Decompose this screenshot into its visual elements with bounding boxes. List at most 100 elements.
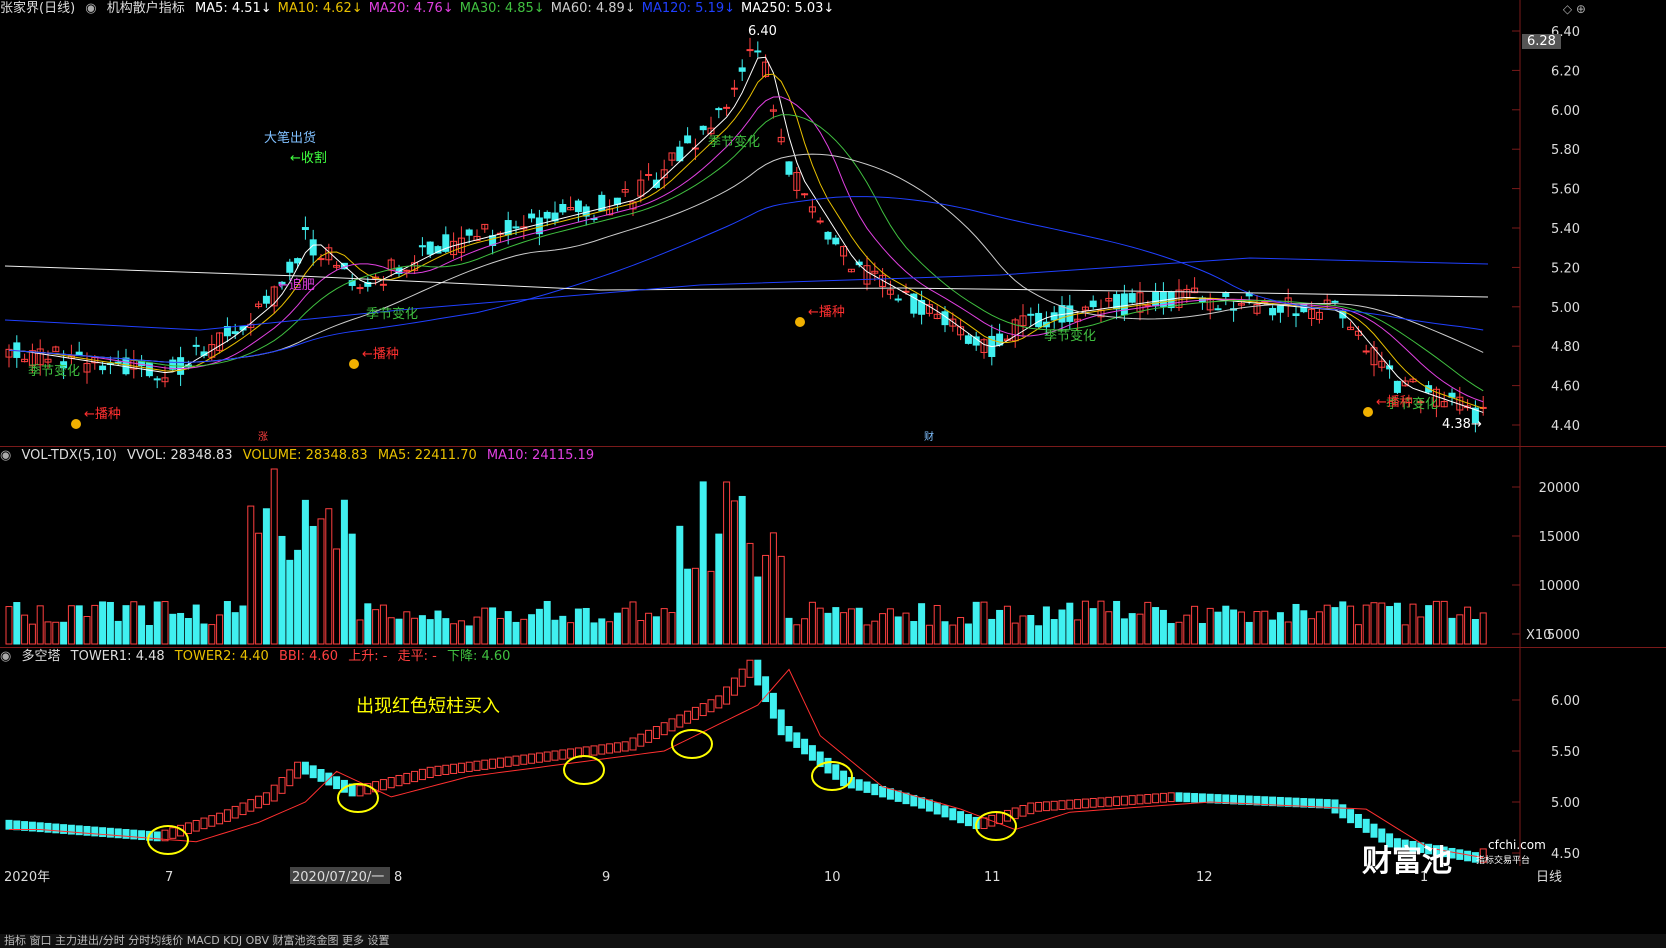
volume-bar	[1276, 612, 1284, 645]
candle-body	[1331, 300, 1339, 303]
tower-bar	[418, 768, 426, 781]
tower-bar	[723, 686, 731, 705]
candle-body	[816, 220, 824, 223]
annotation-season-change: 季节变化	[366, 306, 418, 322]
candle-body	[99, 365, 107, 371]
volume-unit: X10	[1526, 628, 1551, 643]
tower-panel[interactable]: ◉ 多空塔 TOWER1: 4.48 TOWER2: 4.40 BBI: 4.6…	[0, 648, 1666, 866]
sow-icon	[349, 359, 359, 369]
tower-bar	[208, 815, 216, 827]
candle-body	[730, 87, 738, 90]
annotation-season-change: 季节变化	[1044, 328, 1096, 344]
volume-bar	[652, 616, 660, 645]
volume-bar	[980, 601, 988, 645]
main-chart-panel[interactable]: 张家界(日线) ◉ 机构散户指标 MA5: 4.51↓ MA10: 4.62↓ MA…	[0, 0, 1666, 446]
candle-body	[192, 344, 200, 347]
candle-body	[153, 378, 161, 381]
tower-bar	[1042, 801, 1050, 812]
volume-bar	[785, 617, 793, 645]
tower-bar	[184, 822, 192, 834]
volume-bar	[434, 610, 442, 645]
volume-bar	[231, 612, 239, 645]
tower-bar	[567, 748, 575, 759]
tower-bar	[1464, 850, 1472, 862]
volume-bar	[1253, 611, 1261, 645]
volume-bar	[746, 542, 754, 645]
tower-bar	[582, 746, 590, 757]
volume-bar	[177, 612, 185, 645]
volume-bar	[387, 617, 395, 645]
volume-panel[interactable]: ◉ VOL-TDX(5,10) VVOL: 28348.83 VOLUME: 2…	[0, 447, 1666, 647]
volume-bar	[559, 615, 567, 645]
volume-bar	[910, 621, 918, 645]
period-label: 日线	[1536, 870, 1562, 885]
volume-bar	[964, 623, 972, 645]
volume-bar	[879, 613, 887, 645]
volume-bar	[294, 549, 302, 645]
volume-tick-label: 20000	[1539, 481, 1580, 496]
volume-bar	[598, 618, 606, 645]
candle-body	[1152, 291, 1160, 307]
tower-bar	[247, 799, 255, 812]
watermark-logo: 财富池	[1362, 836, 1452, 880]
volume-bar	[145, 624, 153, 645]
candlestick-chart[interactable]: 6.40 6.20 6.00 5.80 5.60 5.40 5.20 5.00 4.80 4.60…	[0, 0, 1666, 446]
annotation-season-change: 季节变化	[28, 363, 80, 379]
tower-bar	[255, 795, 263, 809]
x-axis-label: 10	[824, 870, 841, 885]
volume-bar	[1237, 611, 1245, 645]
volume-bar	[684, 568, 692, 645]
candle-body	[418, 245, 426, 248]
ma-line	[8, 114, 1484, 392]
tower-bar	[44, 822, 52, 833]
tower-tick-label: 6.00	[1551, 694, 1580, 709]
tower-bar	[489, 758, 497, 769]
price-tick-label: 5.00	[1551, 301, 1580, 316]
candle-body	[1027, 313, 1035, 316]
annotation-sow: ←播种	[1376, 395, 1413, 410]
volume-bar	[660, 608, 668, 645]
volume-bar	[691, 567, 699, 645]
candle-body	[543, 211, 551, 219]
tower-bar	[13, 820, 21, 831]
volume-bar	[840, 612, 848, 645]
volume-bar	[481, 607, 489, 645]
tower-bar	[598, 744, 606, 755]
volume-bar	[122, 605, 130, 645]
tower-bar	[1128, 795, 1136, 805]
volume-bar	[1198, 622, 1206, 645]
tower-bar	[457, 762, 465, 773]
volume-bar	[1136, 613, 1144, 645]
volume-chart[interactable]: 20000 15000 10000 5000X10	[0, 447, 1666, 647]
tower-bar	[863, 781, 871, 793]
bbi-line	[9, 668, 1484, 859]
tower-bar	[200, 817, 208, 830]
candle-body	[1128, 293, 1136, 303]
bottom-toolbar-text[interactable]: 指标 窗口 主力进出/分时 分时均线价 MACD KDJ OBV 财富池资金图 …	[0, 934, 389, 947]
tower-bar	[886, 788, 894, 800]
volume-bar	[184, 617, 192, 645]
volume-bar	[793, 624, 801, 645]
bottom-toolbar[interactable]: 指标 窗口 主力进出/分时 分时均线价 MACD KDJ OBV 财富池资金图 …	[0, 934, 1666, 948]
tower-chart[interactable]: 6.00 5.50 5.00 4.50	[0, 648, 1666, 866]
tower-bar	[738, 668, 746, 687]
x-axis-label: 8	[394, 870, 402, 885]
candle-body	[231, 331, 239, 334]
volume-bar	[278, 535, 286, 645]
tower-bar	[793, 732, 801, 748]
tower-bar	[317, 769, 325, 782]
tower-bar	[855, 779, 863, 791]
candle-body	[894, 298, 902, 301]
tower-bar	[465, 761, 473, 772]
volume-bar	[629, 601, 637, 645]
volume-bar	[645, 612, 653, 645]
tower-bar	[824, 757, 832, 774]
volume-bar	[949, 624, 957, 645]
volume-bar	[1339, 601, 1347, 645]
volume-bar	[1331, 607, 1339, 645]
candle-body	[824, 231, 832, 240]
tower-bar	[996, 812, 1004, 825]
candle-body	[262, 295, 270, 304]
tower-bar	[52, 823, 60, 834]
volume-bar	[192, 604, 200, 645]
